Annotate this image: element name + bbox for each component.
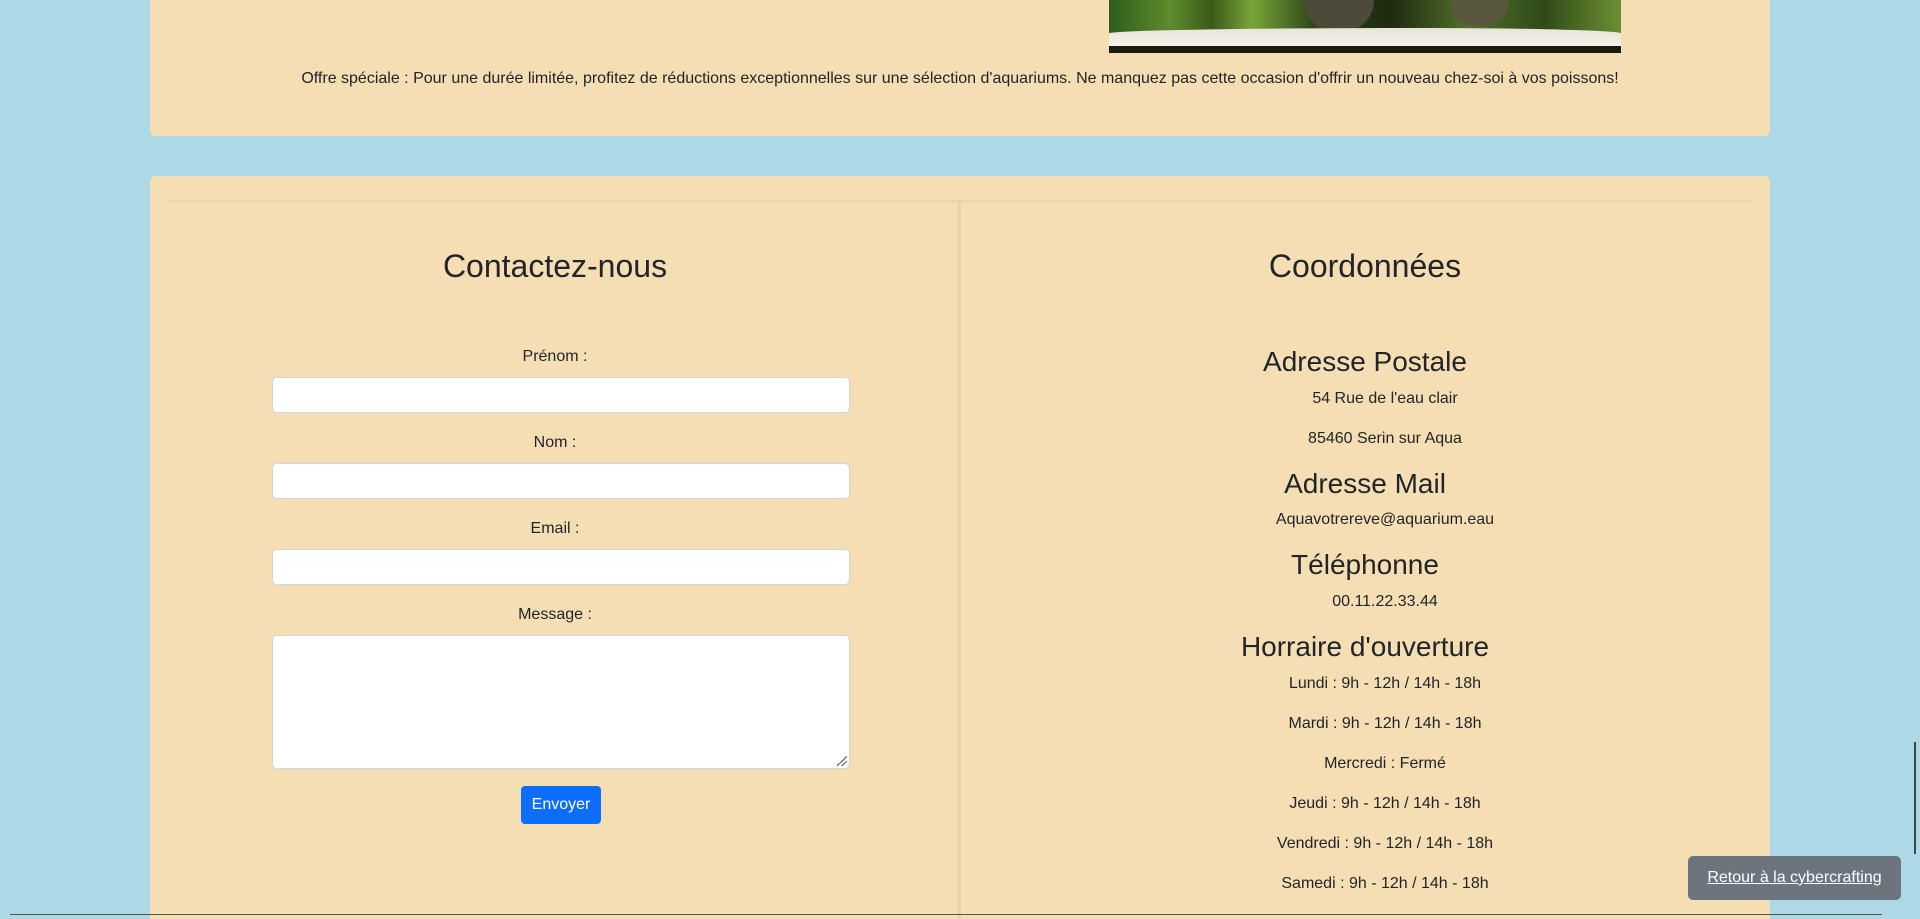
coordinates-title: Coordonnées	[1268, 248, 1462, 284]
message-textarea[interactable]	[272, 635, 850, 769]
contact-title: Contactez-nous	[442, 248, 668, 284]
hours-line: Vendredi : 9h - 12h / 14h - 18h	[1276, 835, 1494, 852]
postal-line: 54 Rue de l'eau clair	[1312, 390, 1458, 407]
mail-value: Aquavotrereve@aquarium.eau	[1275, 511, 1495, 528]
hours-line: Mercredi : Fermé	[1324, 755, 1446, 772]
hours-line: Jeudi : 9h - 12h / 14h - 18h	[1289, 795, 1481, 812]
postal-heading: Adresse Postale	[1263, 346, 1467, 377]
phone-value: 00.11.22.33.44	[1332, 593, 1438, 610]
divider	[10, 914, 1882, 915]
firstname-input[interactable]	[272, 377, 850, 413]
scrollbar-thumb[interactable]	[1914, 742, 1916, 854]
postal-line: 85460 Serin sur Aqua	[1308, 430, 1462, 447]
aquarium-image	[1109, 0, 1621, 53]
page: Offre spéciale : Pour une durée limitée,…	[0, 0, 1920, 919]
promo-text: Offre spéciale : Pour une durée limitée,…	[301, 70, 1619, 87]
back-to-cybercrafting-button[interactable]: Retour à la cybercrafting	[1688, 856, 1901, 900]
contact-card: Contactez-nous Prénom : Nom : Email : Me…	[150, 176, 1770, 919]
lastname-label: Nom :	[533, 434, 577, 451]
mail-heading: Adresse Mail	[1284, 468, 1446, 499]
email-input[interactable]	[272, 549, 850, 585]
promo-card: Offre spéciale : Pour une durée limitée,…	[150, 0, 1770, 136]
send-button[interactable]: Envoyer	[521, 786, 601, 824]
hours-line: Lundi : 9h - 12h / 14h - 18h	[1288, 675, 1482, 692]
message-wrapper	[150, 635, 960, 769]
phone-heading: Téléphonne	[1291, 549, 1439, 580]
hours-heading: Horraire d'ouverture	[1240, 631, 1490, 662]
hours-line: Samedi : 9h - 12h / 14h - 18h	[1281, 875, 1489, 892]
email-label: Email :	[530, 520, 580, 537]
message-label: Message :	[518, 606, 592, 623]
lastname-input[interactable]	[272, 463, 850, 499]
firstname-label: Prénom :	[522, 348, 588, 365]
resize-grip-icon[interactable]	[837, 756, 847, 766]
hours-line: Mardi : 9h - 12h / 14h - 18h	[1288, 715, 1482, 732]
